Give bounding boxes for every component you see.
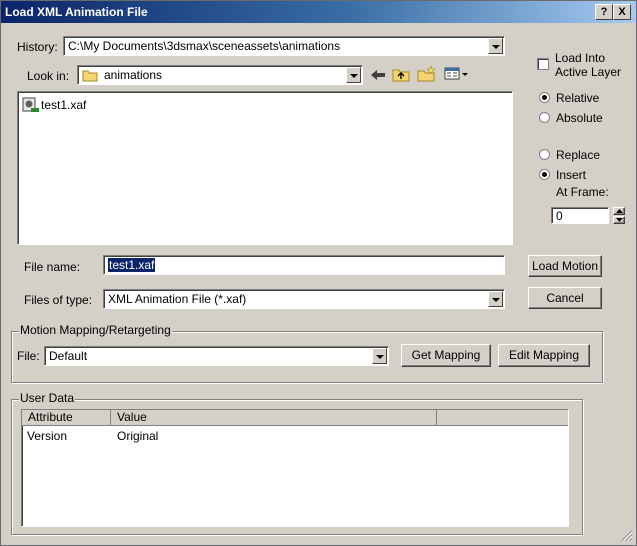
file-item-name: test1.xaf: [41, 98, 87, 112]
table-row[interactable]: Version Original: [22, 429, 568, 445]
back-arrow-icon[interactable]: [369, 68, 387, 82]
replace-radio[interactable]: [539, 149, 550, 160]
insert-radio[interactable]: [539, 169, 550, 180]
title-bar[interactable]: Load XML Animation File ? X: [1, 1, 636, 23]
window-title: Load XML Animation File: [5, 5, 148, 19]
cancel-button[interactable]: Cancel: [528, 287, 602, 309]
lookin-dropdown-arrow[interactable]: [346, 67, 361, 83]
at-frame-spinner[interactable]: [613, 207, 625, 224]
view-menu-icon[interactable]: [444, 67, 470, 81]
user-data-table[interactable]: Attribute Value Version Original: [21, 409, 569, 527]
filename-value: test1.xaf: [108, 258, 156, 272]
folder-icon: [82, 70, 98, 82]
motion-mapping-group-label: Motion Mapping/Retargeting: [19, 323, 172, 337]
absolute-radio[interactable]: [539, 112, 550, 123]
at-frame-value: 0: [556, 209, 563, 223]
insert-label: Insert: [556, 168, 587, 182]
file-list[interactable]: test1.xaf: [17, 91, 513, 245]
xaf-file-icon: [22, 97, 39, 112]
mapping-file-dropdown-arrow[interactable]: [372, 348, 387, 364]
filetype-value: XML Animation File (*.xaf): [108, 292, 247, 306]
mapping-file-value: Default: [49, 349, 88, 363]
row-attribute-cell: Version: [27, 429, 68, 443]
history-dropdown-arrow[interactable]: [488, 38, 503, 54]
empty-column-header: [437, 410, 568, 426]
load-motion-button[interactable]: Load Motion: [528, 255, 602, 277]
mapping-file-combobox[interactable]: Default: [44, 346, 389, 366]
edit-mapping-button[interactable]: Edit Mapping: [498, 344, 590, 367]
at-frame-label: At Frame:: [556, 185, 609, 199]
get-mapping-button[interactable]: Get Mapping: [401, 344, 491, 367]
value-column-header[interactable]: Value: [111, 410, 437, 426]
load-into-active-layer-checkbox[interactable]: [537, 58, 549, 70]
absolute-label: Absolute: [556, 111, 603, 125]
row-value-cell: Original: [117, 429, 159, 443]
load-into-active-layer-label: Load Into Active Layer: [555, 51, 622, 79]
attribute-column-header[interactable]: Attribute: [22, 410, 111, 426]
spinner-down-button[interactable]: [613, 216, 625, 224]
spinner-up-button[interactable]: [613, 207, 625, 215]
up-folder-icon[interactable]: [392, 66, 410, 82]
at-frame-input[interactable]: 0: [551, 207, 609, 224]
filetype-dropdown-arrow[interactable]: [488, 291, 503, 307]
mapping-file-label: File:: [17, 349, 40, 363]
history-value: C:\My Documents\3dsmax\sceneassets\anima…: [68, 39, 341, 53]
filetype-label: Files of type:: [24, 293, 93, 307]
history-combobox[interactable]: C:\My Documents\3dsmax\sceneassets\anima…: [63, 36, 505, 56]
user-data-group-label: User Data: [19, 391, 76, 405]
filename-input[interactable]: test1.xaf: [103, 255, 505, 275]
lookin-label: Look in:: [27, 69, 70, 83]
lookin-combobox[interactable]: animations: [77, 65, 363, 85]
dialog-window: Load XML Animation File ? X History: C:\…: [0, 0, 637, 546]
relative-label: Relative: [556, 91, 600, 105]
close-button[interactable]: X: [613, 4, 631, 20]
replace-label: Replace: [556, 148, 601, 162]
spinner-down-icon: [616, 218, 623, 222]
filetype-combobox[interactable]: XML Animation File (*.xaf): [103, 289, 505, 309]
spinner-up-icon: [616, 209, 623, 213]
filename-label: File name:: [24, 260, 81, 274]
lookin-value: animations: [104, 68, 163, 82]
help-button[interactable]: ?: [595, 4, 613, 20]
history-label: History:: [17, 40, 58, 54]
relative-radio[interactable]: [539, 92, 550, 103]
resize-grip-icon[interactable]: [620, 529, 633, 542]
new-folder-icon[interactable]: [417, 65, 437, 82]
